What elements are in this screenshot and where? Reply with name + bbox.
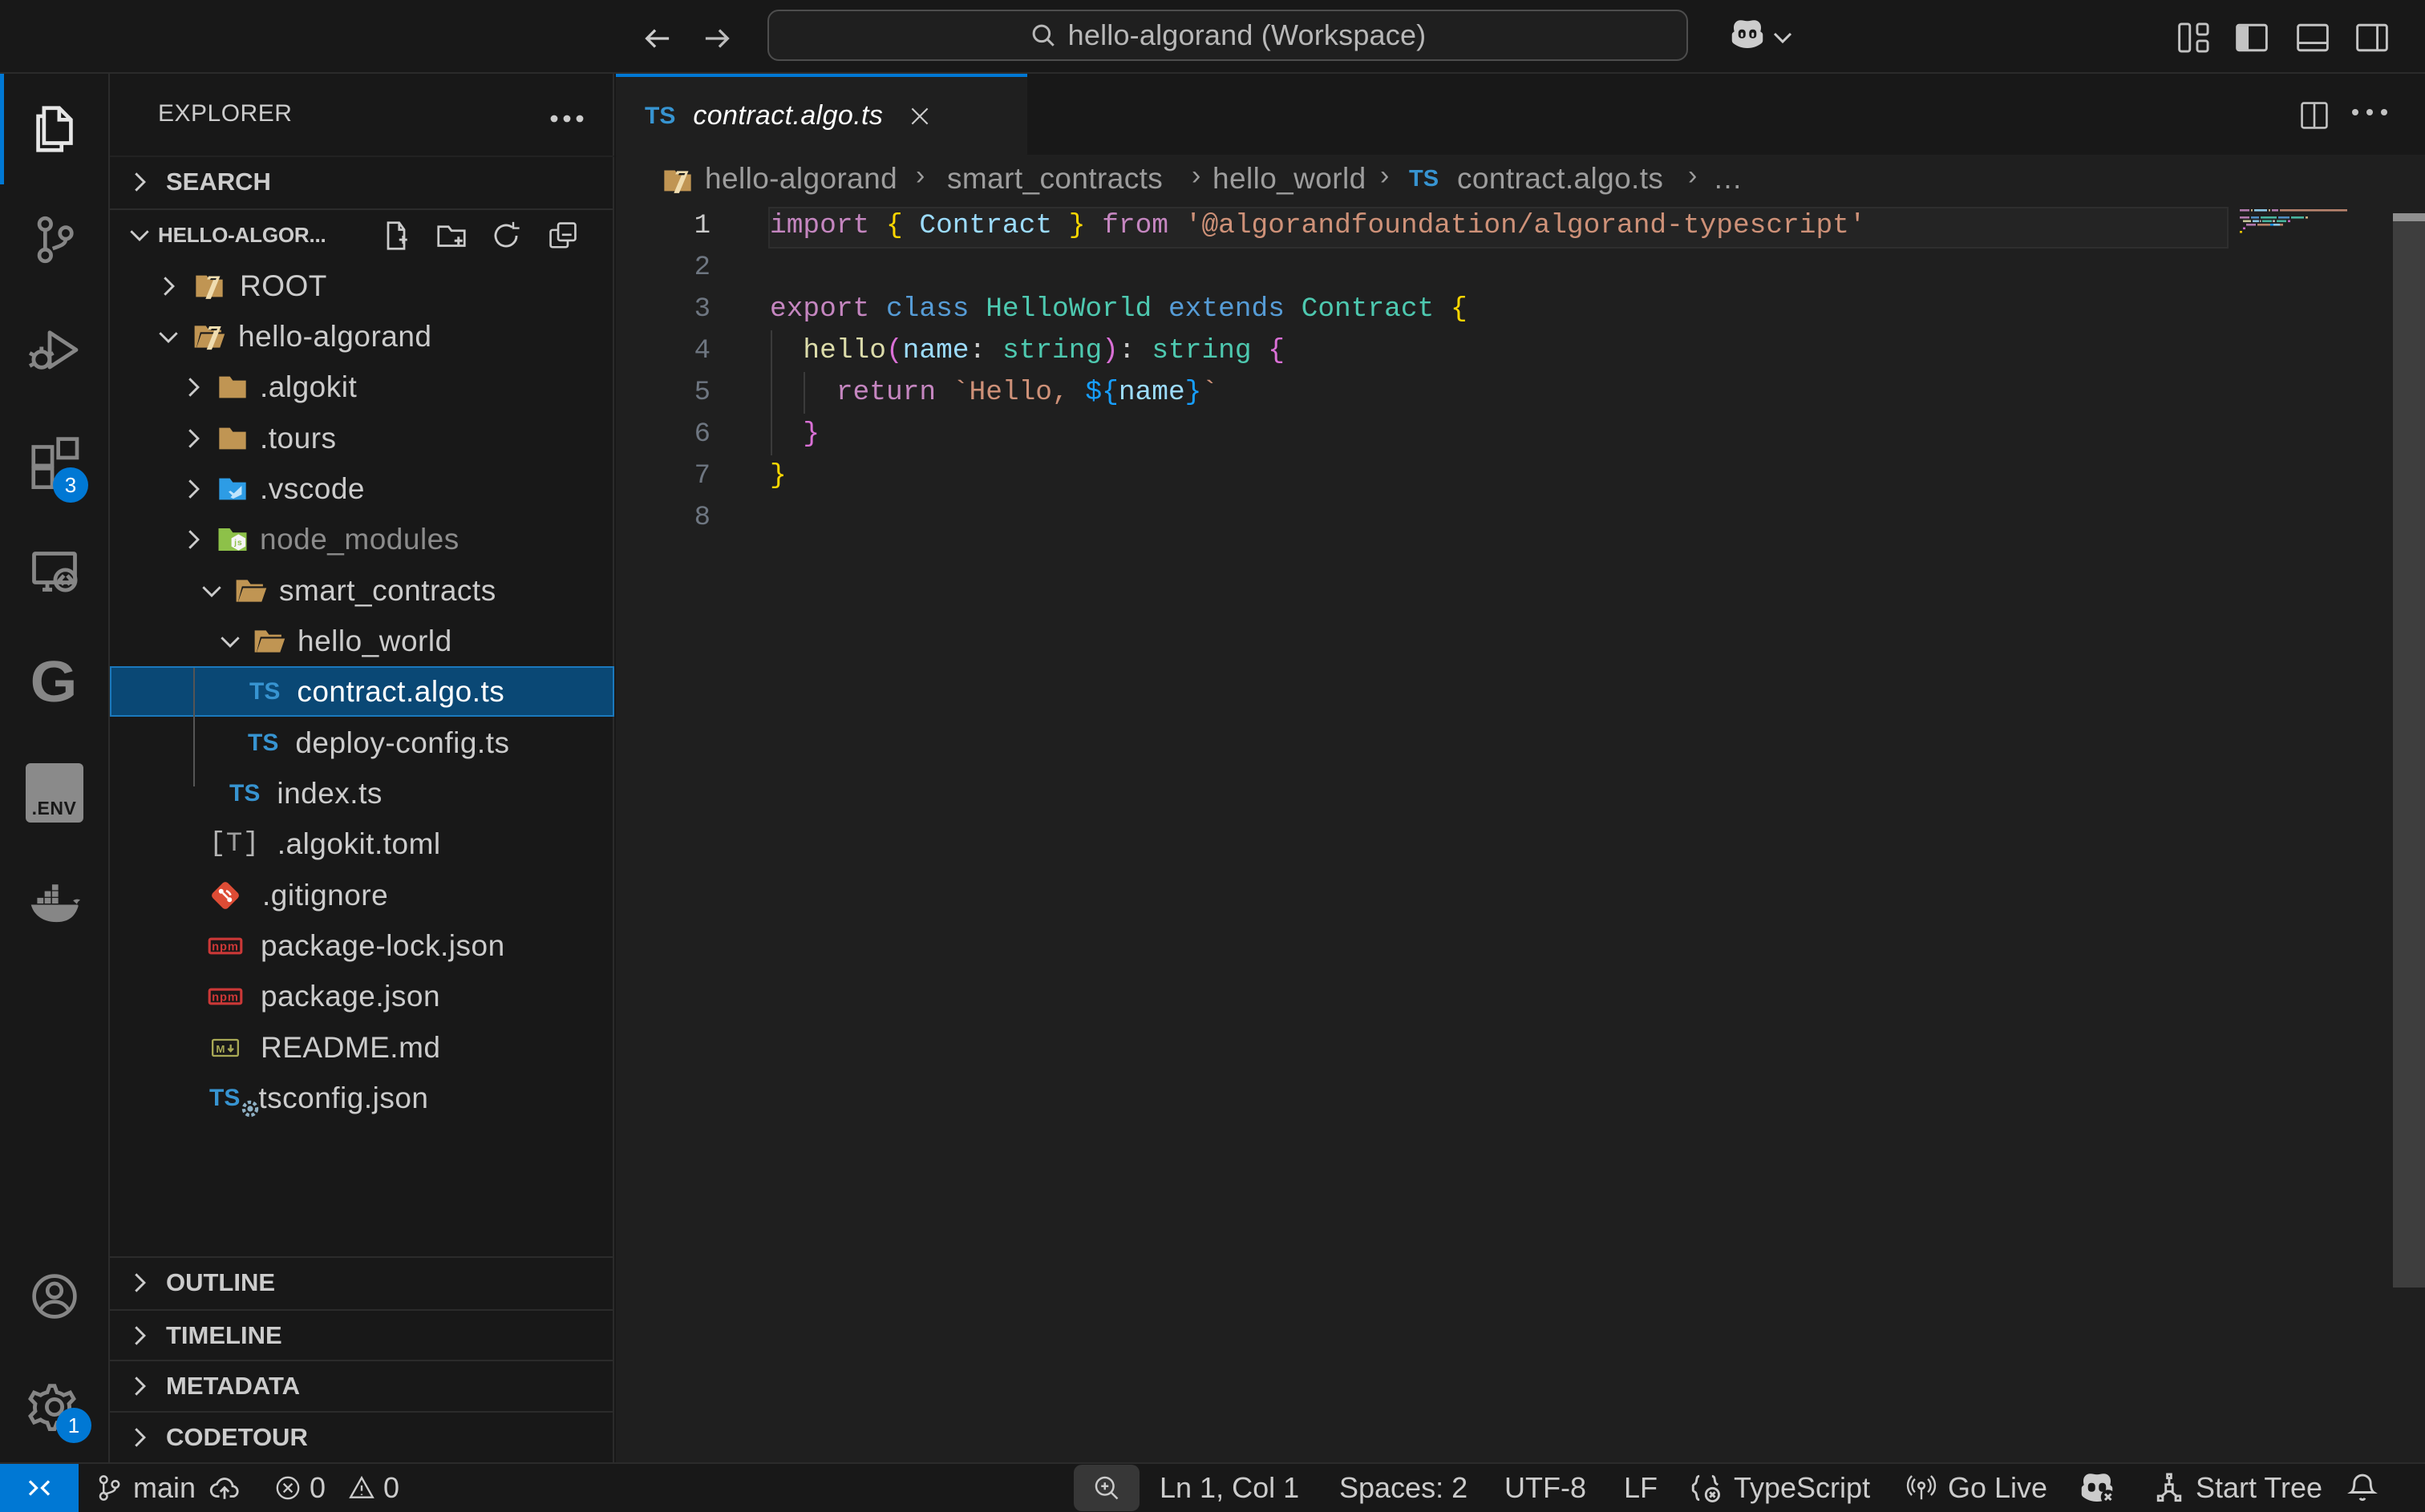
- svg-text:js: js: [233, 537, 243, 547]
- svg-text:npm: npm: [212, 991, 239, 1004]
- svg-text:M: M: [216, 1043, 225, 1055]
- svg-text:npm: npm: [212, 940, 239, 953]
